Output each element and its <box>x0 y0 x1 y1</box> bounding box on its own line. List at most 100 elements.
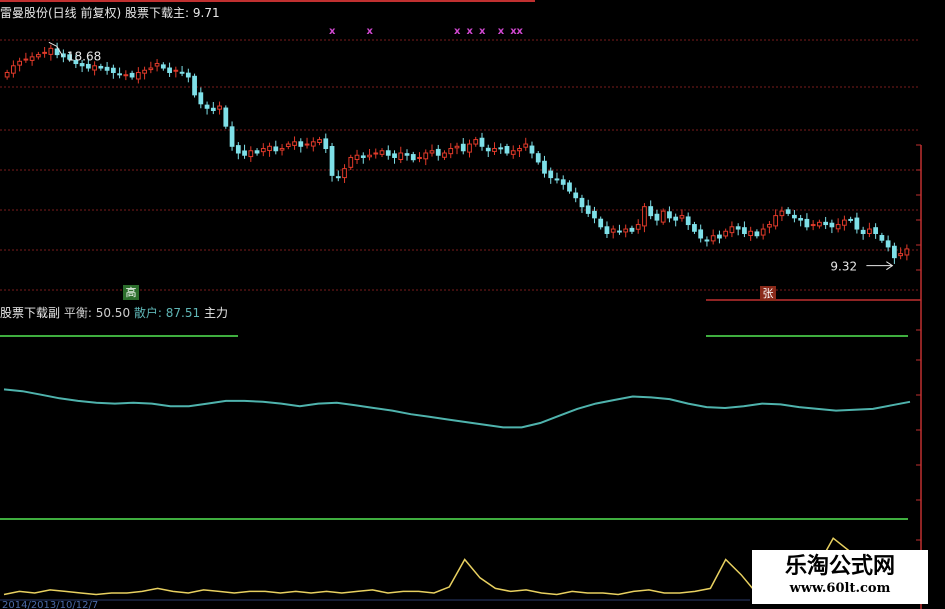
candle-body-7 <box>48 47 54 55</box>
candle-body-64 <box>404 153 410 156</box>
candle-body-34 <box>217 105 222 110</box>
candle-body-68 <box>429 150 435 154</box>
candle-body-115 <box>723 230 729 237</box>
candle-body-58 <box>367 154 372 158</box>
candle-body-136 <box>854 217 860 230</box>
candle-body-23 <box>148 67 154 71</box>
candle-body-106 <box>667 211 672 219</box>
candle-body-41 <box>260 148 266 153</box>
main-force-key: 主力 <box>203 306 228 320</box>
candle-body-112 <box>704 239 710 242</box>
signal-marker-3: x <box>466 26 473 37</box>
candle-body-79 <box>498 147 504 150</box>
candle-body-104 <box>654 213 660 221</box>
watermark-logo: 乐淘公式网 www.60lt.com <box>752 550 928 604</box>
candle-body-24 <box>154 63 160 67</box>
candle-body-118 <box>742 227 747 235</box>
candle-body-55 <box>348 156 354 168</box>
candle-body-66 <box>417 156 422 159</box>
low-price-label: 9.32 <box>830 260 857 274</box>
candle-body-116 <box>729 226 735 234</box>
retail-value: 87.51 <box>165 306 201 320</box>
watermark-cn: 乐淘公式网 <box>784 553 895 579</box>
candle-body-128 <box>804 218 810 228</box>
candle-body-113 <box>710 235 716 242</box>
candle-body-70 <box>442 152 447 158</box>
candle-body-46 <box>292 141 297 146</box>
candle-body-63 <box>398 152 404 160</box>
candle-body-80 <box>504 146 510 154</box>
candle-body-35 <box>223 107 229 127</box>
candle-body-29 <box>185 72 191 78</box>
candle-body-3 <box>23 58 29 61</box>
candle-body-98 <box>617 230 622 233</box>
candle-body-43 <box>273 146 279 152</box>
candle-body-5 <box>35 54 41 58</box>
candle-body-2 <box>17 60 22 66</box>
candle-body-141 <box>885 240 891 248</box>
stock-chart-screen: 18.68 9.32 x x x x x x x x 2014/2013/10/12/7 雷曼股份(… <box>0 0 945 609</box>
high-price-label: 18.68 <box>67 49 101 63</box>
candle-body-122 <box>767 224 772 228</box>
candle-body-83 <box>523 143 529 148</box>
candle-body-15 <box>98 65 104 69</box>
candle-body-91 <box>573 192 579 199</box>
candle-body-111 <box>698 229 704 239</box>
candle-body-119 <box>748 230 754 237</box>
candle-body-60 <box>379 150 385 155</box>
candle-body-144 <box>904 248 910 256</box>
candle-body-69 <box>435 148 441 156</box>
sub-panel-title: 股票下载副 平衡: 50.50 散户: 87.51 主力 <box>0 306 228 320</box>
chart-canvas: 18.689.32x x x x x x x x2014/2013/10/12/7 <box>0 0 922 609</box>
candle-body-76 <box>479 137 485 147</box>
candle-body-42 <box>267 145 272 152</box>
candle-body-56 <box>354 154 360 160</box>
candle-body-4 <box>29 56 35 61</box>
candle-body-6 <box>42 51 47 54</box>
candle-body-45 <box>285 143 291 148</box>
candle-body-36 <box>229 126 235 147</box>
candle-body-97 <box>610 228 616 233</box>
candle-body-32 <box>204 104 210 109</box>
candle-body-13 <box>85 63 91 69</box>
candle-body-61 <box>385 150 391 156</box>
candle-body-127 <box>798 218 804 221</box>
candle-body-135 <box>848 218 854 221</box>
candle-body-28 <box>179 71 185 74</box>
candle-body-12 <box>79 63 85 67</box>
candle-body-14 <box>92 65 97 71</box>
candle-body-99 <box>623 228 629 233</box>
candle-body-86 <box>542 160 547 174</box>
candle-body-59 <box>373 152 379 155</box>
candle-body-84 <box>529 145 535 154</box>
candle-body-85 <box>535 153 541 163</box>
candle-body-143 <box>898 253 904 257</box>
candle-body-77 <box>485 147 491 152</box>
candle-body-27 <box>173 69 179 72</box>
candle-body-73 <box>460 143 466 152</box>
sub-panel-name: 股票下载副 <box>0 306 61 320</box>
candle-body-44 <box>279 148 285 151</box>
candle-body-75 <box>473 139 479 145</box>
candle-body-21 <box>135 71 141 80</box>
signal-marker-0: x <box>329 26 336 37</box>
candle-body-101 <box>635 224 641 230</box>
candle-body-62 <box>392 153 397 158</box>
candle-body-20 <box>129 72 135 78</box>
candle-body-125 <box>785 209 791 214</box>
candle-body-81 <box>510 150 516 155</box>
candle-body-87 <box>548 170 554 179</box>
candle-body-105 <box>660 210 666 223</box>
candle-body-120 <box>754 231 760 237</box>
candle-body-31 <box>198 92 204 105</box>
candle-body-96 <box>604 226 610 235</box>
candle-body-133 <box>835 224 841 230</box>
candle-body-67 <box>423 152 429 160</box>
candle-body-50 <box>317 139 322 143</box>
candle-body-40 <box>254 150 260 154</box>
signal-marker-1: x <box>367 26 374 37</box>
candle-body-94 <box>592 210 597 219</box>
main-title-prefix: 雷曼股份(日线 前复权) <box>0 6 122 20</box>
main-title-indicator: 股票下载主 <box>125 6 186 20</box>
candle-body-30 <box>192 75 197 96</box>
